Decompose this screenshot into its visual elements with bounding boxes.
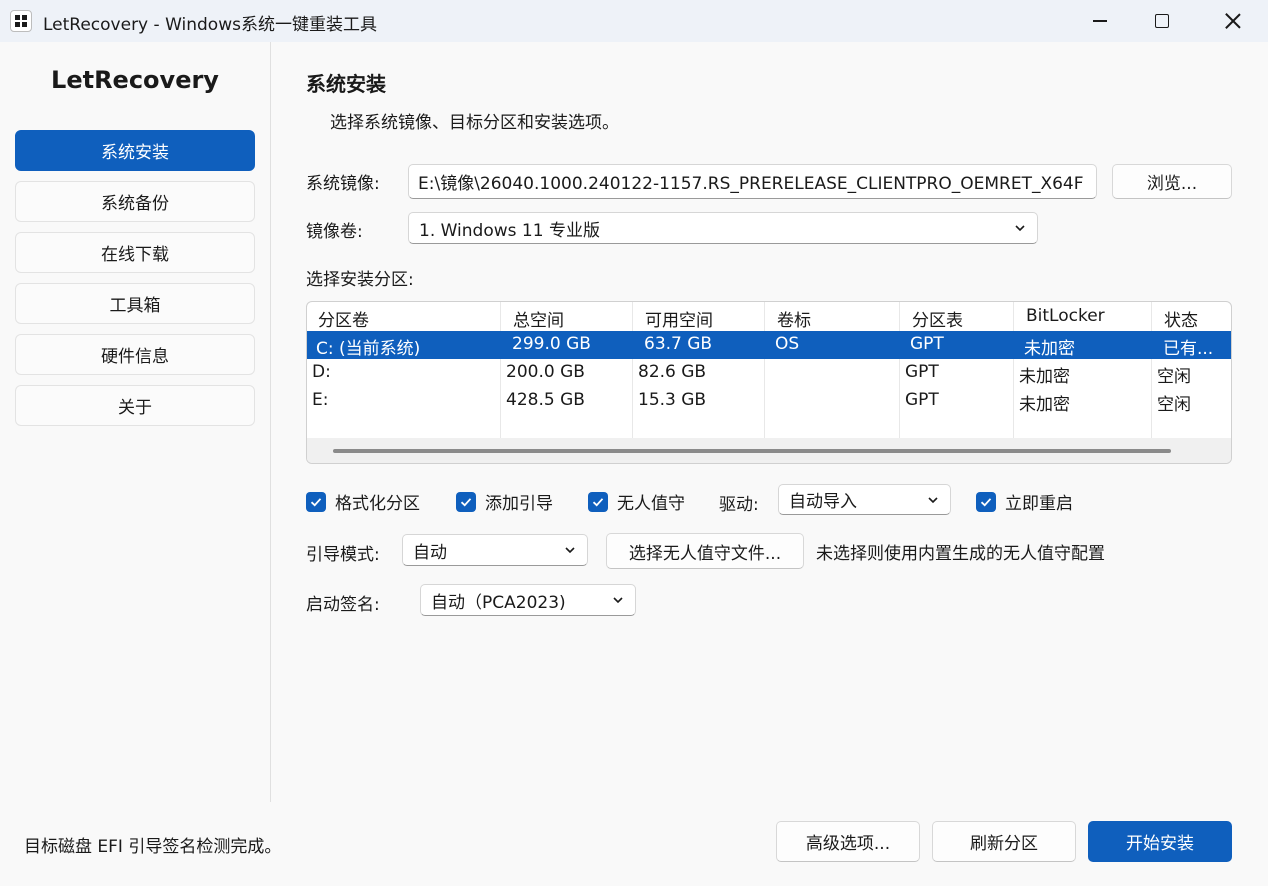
refresh-partitions-button[interactable]: 刷新分区 [932, 821, 1076, 862]
sidebar-item-about[interactable]: 关于 [15, 385, 255, 426]
image-path-value: E:\镜像\26040.1000.240122-1157.RS_PRERELEA… [418, 174, 1084, 194]
boot-mode-label: 引导模式: [306, 545, 380, 565]
column-header[interactable]: 状态 [1164, 306, 1198, 331]
cell-volume: E: [312, 390, 329, 410]
unattended-label: 无人值守 [617, 494, 685, 514]
cell-status: 空闲 [1157, 367, 1191, 387]
driver-selected: 自动导入 [789, 492, 857, 512]
chevron-down-icon [565, 547, 575, 554]
maximize-icon [1155, 14, 1169, 28]
column-header[interactable]: 总空间 [513, 306, 564, 331]
sidebar-item-download[interactable]: 在线下载 [15, 232, 255, 273]
sidebar-divider [270, 42, 271, 802]
chevron-down-icon [1015, 225, 1025, 232]
format-partition-checkbox[interactable]: 格式化分区 [306, 489, 420, 514]
cell-total: 200.0 GB [506, 362, 585, 382]
unattended-checkbox[interactable]: 无人值守 [588, 489, 685, 514]
cell-volume: C: (当前系统) [316, 339, 421, 359]
horizontal-scrollbar[interactable] [307, 438, 1231, 463]
partition-table: 分区卷 总空间 可用空间 卷标 分区表 BitLocker 状态 C: (当前系… [306, 301, 1232, 464]
boot-signature-label: 启动签名: [306, 595, 380, 615]
driver-select[interactable]: 自动导入 [778, 484, 951, 515]
page-title: 系统安装 [306, 72, 386, 96]
close-button[interactable] [1193, 0, 1268, 42]
boot-mode-select[interactable]: 自动 [402, 534, 588, 566]
cell-free: 82.6 GB [638, 362, 707, 382]
cell-bitlocker: 未加密 [1019, 367, 1070, 387]
format-partition-label: 格式化分区 [335, 494, 420, 514]
window-title: LetRecovery - Windows系统一键重装工具 [43, 15, 377, 35]
checkmark-icon [306, 491, 326, 512]
column-header[interactable]: 分区表 [912, 306, 963, 331]
sidebar-item-install[interactable]: 系统安装 [15, 130, 255, 171]
add-boot-entry-checkbox[interactable]: 添加引导 [456, 489, 553, 514]
chevron-down-icon [928, 496, 938, 503]
checkmark-icon [456, 491, 476, 512]
title-bar: LetRecovery - Windows系统一键重装工具 [0, 0, 1268, 42]
volume-select[interactable]: 1. Windows 11 专业版 [408, 212, 1038, 244]
cell-status: 已有... [1163, 339, 1214, 359]
sidebar-app-title: LetRecovery [51, 66, 219, 94]
boot-signature-selected: 自动（PCA2023) [431, 592, 566, 613]
cell-bitlocker: 未加密 [1019, 395, 1070, 415]
window-body: LetRecovery 系统安装 系统备份 在线下载 工具箱 硬件信息 关于 系… [0, 42, 1268, 886]
cell-bitlocker: 未加密 [1024, 339, 1075, 359]
image-path-input[interactable]: E:\镜像\26040.1000.240122-1157.RS_PRERELEA… [408, 164, 1097, 199]
maximize-button[interactable] [1122, 0, 1202, 42]
column-header[interactable]: 卷标 [777, 306, 811, 331]
app-icon [10, 10, 32, 32]
column-header[interactable]: BitLocker [1026, 306, 1105, 326]
unattend-hint: 未选择则使用内置生成的无人值守配置 [816, 544, 1105, 564]
cell-total: 428.5 GB [506, 390, 585, 410]
sidebar-item-backup[interactable]: 系统备份 [15, 181, 255, 222]
cell-volume: D: [312, 362, 331, 382]
checkmark-icon [588, 491, 608, 512]
cell-status: 空闲 [1157, 395, 1191, 415]
column-header[interactable]: 可用空间 [645, 306, 713, 331]
boot-mode-selected: 自动 [413, 542, 447, 563]
scrollbar-thumb[interactable] [333, 449, 1171, 453]
partition-section-label: 选择安装分区: [306, 270, 414, 290]
image-path-label: 系统镜像: [306, 174, 380, 194]
advanced-options-button[interactable]: 高级选项... [776, 821, 920, 862]
table-row[interactable]: C: (当前系统) 299.0 GB 63.7 GB OS GPT 未加密 已有… [307, 331, 1231, 359]
volume-label: 镜像卷: [306, 222, 363, 242]
start-install-button[interactable]: 开始安装 [1088, 821, 1232, 862]
minimize-icon [1093, 20, 1107, 22]
close-icon [1225, 13, 1241, 29]
cell-table: GPT [905, 390, 939, 410]
status-message: 目标磁盘 EFI 引导签名检测完成。 [24, 837, 282, 857]
volume-selected: 1. Windows 11 专业版 [419, 220, 600, 241]
cell-total: 299.0 GB [512, 334, 591, 354]
cell-table: GPT [905, 362, 939, 382]
add-boot-entry-label: 添加引导 [485, 494, 553, 514]
table-row[interactable]: D: 200.0 GB 82.6 GB GPT 未加密 空闲 [307, 359, 1231, 387]
checkmark-icon [976, 491, 996, 512]
reboot-now-label: 立即重启 [1005, 494, 1073, 514]
cell-free: 63.7 GB [644, 334, 713, 354]
chevron-down-icon [613, 597, 623, 604]
select-unattend-file-button[interactable]: 选择无人值守文件... [606, 533, 804, 569]
driver-label: 驱动: [719, 495, 759, 515]
sidebar-item-toolbox[interactable]: 工具箱 [15, 283, 255, 324]
cell-label: OS [775, 334, 800, 354]
reboot-now-checkbox[interactable]: 立即重启 [976, 489, 1073, 514]
sidebar-item-hardware[interactable]: 硬件信息 [15, 334, 255, 375]
table-row[interactable]: E: 428.5 GB 15.3 GB GPT 未加密 空闲 [307, 387, 1231, 415]
boot-signature-select[interactable]: 自动（PCA2023) [420, 584, 636, 616]
page-description: 选择系统镜像、目标分区和安装选项。 [330, 113, 619, 133]
cell-table: GPT [910, 334, 944, 354]
column-header[interactable]: 分区卷 [318, 306, 369, 331]
cell-free: 15.3 GB [638, 390, 707, 410]
browse-button[interactable]: 浏览... [1112, 164, 1232, 199]
